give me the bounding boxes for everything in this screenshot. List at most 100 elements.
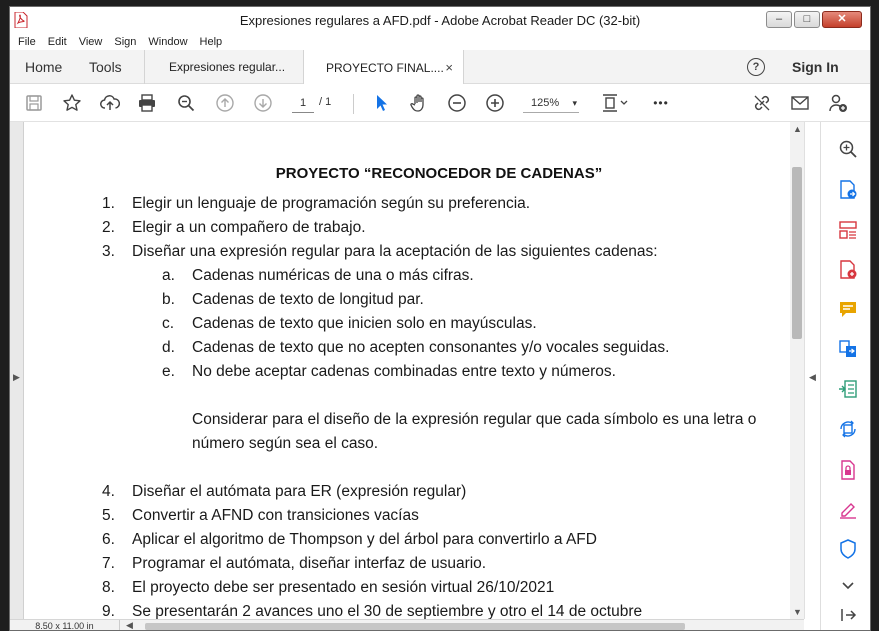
protect-doc-icon[interactable] [837, 459, 859, 481]
page-display-icon[interactable] [601, 93, 631, 113]
item-letter: c. [162, 315, 175, 332]
share-link-icon[interactable] [752, 93, 772, 113]
sign-in-button[interactable]: Sign In [792, 59, 839, 75]
page-down-icon[interactable] [253, 93, 273, 113]
menu-view[interactable]: View [79, 36, 103, 48]
item-number: 1. [102, 195, 115, 212]
item-number: 5. [102, 507, 115, 524]
more-tools-chevron-icon[interactable] [837, 574, 859, 596]
item-text: El proyecto debe ser presentado en sesió… [132, 579, 555, 596]
export-pdf-icon[interactable] [837, 179, 859, 201]
expand-right-icon: ▶ [13, 372, 20, 382]
item-letter: b. [162, 291, 175, 308]
organize-pages-icon[interactable] [837, 219, 859, 241]
zoom-level-select[interactable]: 125% ▾ [523, 93, 579, 113]
print-icon[interactable] [137, 93, 157, 113]
item-text: Programar el autómata, diseñar interfaz … [132, 555, 487, 572]
hand-tool-icon[interactable] [409, 93, 429, 113]
list-item: 6. Aplicar el algoritmo de Thompson y de… [90, 531, 597, 549]
scroll-down-icon[interactable]: ▼ [793, 607, 802, 617]
export-excel-icon[interactable] [837, 378, 859, 400]
select-cursor-icon[interactable] [371, 93, 391, 113]
list-item: 5. Convertir a AFND con transiciones vac… [90, 507, 419, 525]
window-title: Expresiones regulares a AFD.pdf - Adobe … [239, 13, 641, 28]
collapse-left-icon: ◀ [809, 372, 816, 382]
menu-bar: File Edit View Sign Window Help [10, 33, 870, 50]
item-number: 7. [102, 555, 115, 572]
menu-edit[interactable]: Edit [48, 36, 67, 48]
item-text: Cadenas numéricas de una o más cifras. [192, 267, 474, 284]
document-title: PROYECTO “RECONOCEDOR DE CADENAS” [275, 165, 603, 182]
acrobat-window: Expresiones regulares a AFD.pdf - Adobe … [9, 6, 871, 631]
list-item: 1. Elegir un lenguaje de programación se… [90, 195, 530, 213]
zoom-tool-icon[interactable] [837, 138, 859, 160]
list-item: 4. Diseñar el autómata para ER (expresió… [90, 483, 466, 501]
item-number: 2. [102, 219, 115, 236]
tab-row: Home Tools Expresiones regular... PROYEC… [10, 50, 870, 85]
save-icon[interactable] [24, 93, 44, 113]
item-text: Diseñar el autómata para ER (expresión r… [132, 483, 467, 500]
sub-list-item: d. Cadenas de texto que no acepten conso… [150, 339, 669, 357]
menu-file[interactable]: File [18, 36, 36, 48]
item-number: 9. [102, 603, 115, 619]
tab-tools[interactable]: Tools [89, 59, 122, 75]
fill-sign-icon[interactable] [837, 498, 859, 520]
email-icon[interactable] [790, 93, 810, 113]
zoom-out-icon[interactable] [447, 93, 467, 113]
add-user-icon[interactable] [828, 93, 848, 113]
list-item: 3. Diseñar una expresión regular para la… [90, 243, 658, 261]
list-item: 9. Se presentarán 2 avances uno el 30 de… [90, 603, 642, 619]
scroll-up-icon[interactable]: ▲ [793, 124, 802, 134]
edit-pdf-icon[interactable] [837, 418, 859, 440]
menu-window[interactable]: Window [148, 36, 187, 48]
page-number-input[interactable]: 1 [292, 93, 314, 113]
item-text: Cadenas de texto de longitud par. [192, 291, 424, 308]
menu-sign[interactable]: Sign [114, 36, 136, 48]
left-panel-toggle[interactable]: ▶ [10, 122, 24, 619]
sub-list-item: e. No debe aceptar cadenas combinadas en… [150, 363, 616, 381]
tools-pane [820, 122, 870, 630]
minimize-button[interactable]: – [766, 11, 792, 28]
right-panel-toggle[interactable]: ◀ [804, 122, 820, 619]
shield-icon[interactable] [837, 538, 859, 560]
list-item: 2. Elegir a un compañero de trabajo. [90, 219, 366, 237]
scroll-thumb[interactable] [792, 167, 802, 339]
combine-files-icon[interactable] [837, 338, 859, 360]
zoom-in-icon[interactable] [485, 93, 505, 113]
maximize-button[interactable]: □ [794, 11, 820, 28]
sub-list-item: c. Cadenas de texto que inicien solo en … [150, 315, 537, 333]
bookmark-star-icon[interactable] [62, 93, 82, 113]
close-button[interactable]: ✕ [822, 11, 862, 28]
doc-tab-expresiones[interactable]: Expresiones regular... [144, 50, 304, 84]
item-number: 8. [102, 579, 115, 596]
close-tab-icon[interactable]: × [445, 60, 453, 75]
horizontal-scroll-thumb[interactable] [145, 623, 685, 630]
list-item: 8. El proyecto debe ser presentado en se… [90, 579, 554, 597]
doc-tab-proyecto[interactable]: PROYECTO FINAL.... × [304, 50, 464, 85]
item-text: Elegir a un compañero de trabajo. [132, 219, 366, 236]
item-text: Se presentarán 2 avances uno el 30 de se… [132, 603, 643, 619]
vertical-scrollbar[interactable]: ▲ ▼ [790, 122, 804, 619]
cloud-upload-icon[interactable] [100, 93, 120, 113]
item-text: Diseñar una expresión regular para la ac… [132, 243, 658, 260]
zoom-search-icon[interactable] [176, 93, 196, 113]
menu-help[interactable]: Help [200, 36, 223, 48]
more-tools-icon[interactable]: ••• [651, 93, 671, 113]
item-number: 6. [102, 531, 115, 548]
sub-list-item: b. Cadenas de texto de longitud par. [150, 291, 424, 309]
sub-list-item: a. Cadenas numéricas de una o más cifras… [150, 267, 474, 285]
create-pdf-icon[interactable] [837, 259, 859, 281]
item-text: No debe aceptar cadenas combinadas entre… [192, 363, 616, 380]
page-total: / 1 [319, 96, 332, 108]
tab-home[interactable]: Home [25, 59, 62, 75]
page-size-label: 8.50 x 11.00 in [10, 620, 120, 630]
scroll-left-icon[interactable]: ◀ [126, 620, 133, 630]
page-up-icon[interactable] [215, 93, 235, 113]
window-controls: – □ ✕ [766, 11, 862, 28]
item-number: 4. [102, 483, 115, 500]
collapse-pane-icon[interactable] [837, 604, 859, 626]
help-icon[interactable]: ? [747, 58, 765, 76]
toolbar-separator [353, 94, 354, 114]
item-number: 3. [102, 243, 115, 260]
comment-icon[interactable] [837, 298, 859, 320]
